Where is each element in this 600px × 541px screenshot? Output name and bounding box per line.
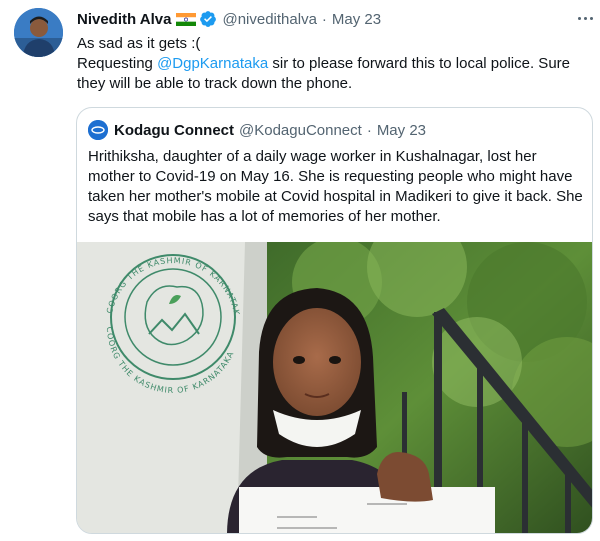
verified-badge-icon — [199, 10, 217, 28]
tweet-text-line2: Requesting @DgpKarnataka sir to please f… — [77, 54, 587, 94]
tweet[interactable]: Nivedith Alva @nivedithalva · May 23 As … — [0, 0, 600, 541]
quoted-photo[interactable]: COORG THE KASHMIR OF KARNATAKA COORG THE… — [77, 242, 592, 533]
author-handle[interactable]: @nivedithalva — [222, 11, 316, 28]
quoted-author-handle[interactable]: @KodaguConnect — [239, 122, 362, 139]
more-options-icon[interactable] — [574, 8, 596, 28]
avatar[interactable] — [14, 8, 63, 57]
quoted-tweet-header: Kodagu Connect @KodaguConnect · May 23 — [88, 120, 426, 140]
quoted-tweet[interactable]: Kodagu Connect @KodaguConnect · May 23 H… — [76, 107, 593, 534]
tweet-header: Nivedith Alva @nivedithalva · May 23 — [77, 9, 381, 29]
tweet-text-before-mention: Requesting — [77, 55, 158, 72]
quoted-avatar[interactable] — [88, 120, 108, 140]
mention-link[interactable]: @DgpKarnataka — [157, 55, 268, 72]
quoted-author-name[interactable]: Kodagu Connect — [114, 122, 234, 139]
tweet-text: As sad as it gets :( Requesting @DgpKarn… — [77, 34, 587, 94]
tweet-text-line1: As sad as it gets :( — [77, 35, 201, 52]
india-flag-icon — [176, 12, 197, 26]
separator-dot: · — [321, 10, 327, 28]
tweet-date[interactable]: May 23 — [332, 11, 381, 28]
quoted-date[interactable]: May 23 — [377, 122, 426, 139]
quoted-separator-dot: · — [366, 121, 372, 139]
author-name[interactable]: Nivedith Alva — [77, 11, 171, 28]
quoted-tweet-text: Hrithiksha, daughter of a daily wage wor… — [88, 148, 583, 225]
